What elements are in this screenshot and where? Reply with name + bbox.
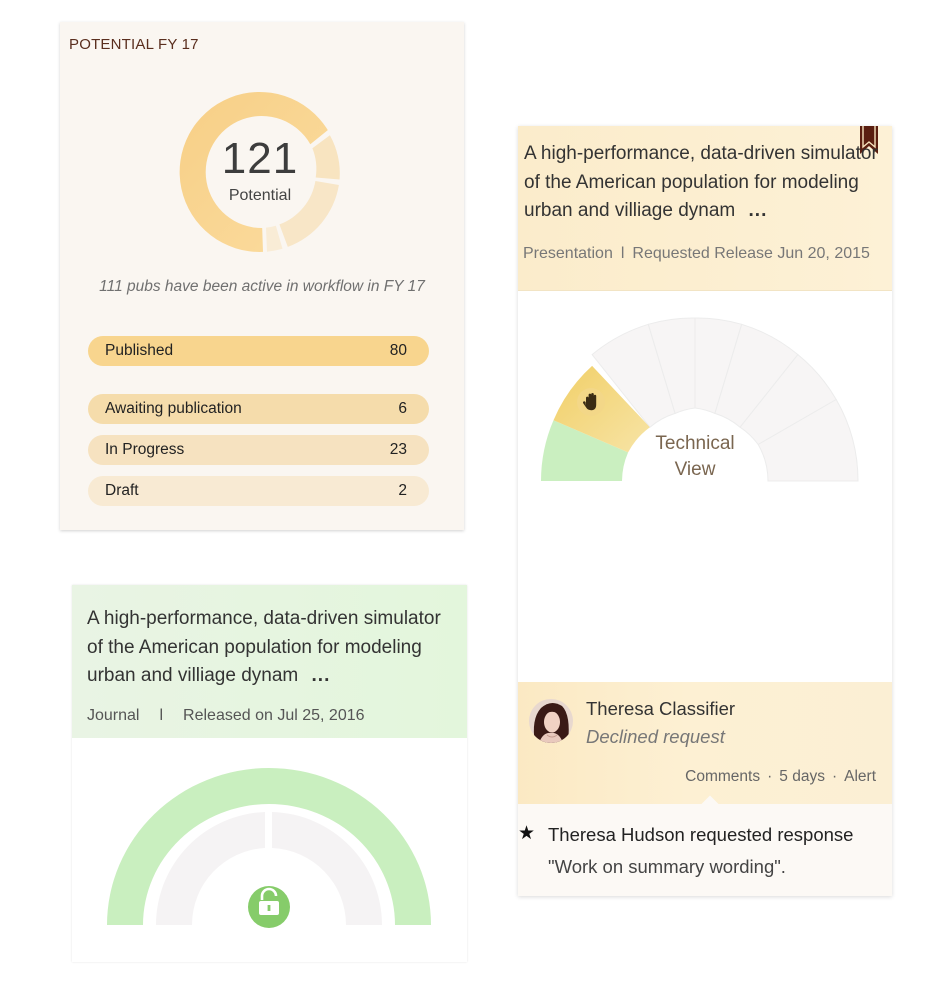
journal-meta: Journal l Released on Jul 25, 2016 bbox=[87, 707, 365, 725]
presentation-meta: Presentation l Requested Release Jun 20, 2… bbox=[523, 245, 870, 263]
stat-label: In Progress bbox=[105, 441, 185, 458]
response-section: ★ Theresa Hudson requested response "Wor… bbox=[518, 804, 892, 896]
journal-card-header: A high-performance, data-driven simulato… bbox=[72, 585, 467, 738]
avatar[interactable] bbox=[529, 699, 573, 743]
presentation-card[interactable]: A high-performance, data-driven simulato… bbox=[518, 126, 892, 896]
unlock-icon[interactable] bbox=[248, 886, 290, 928]
star-icon: ★ bbox=[518, 823, 536, 844]
presentation-description-text: A high-performance, data-driven simulato… bbox=[524, 143, 878, 221]
stat-count: 2 bbox=[398, 482, 407, 499]
stat-label: Awaiting publication bbox=[105, 400, 242, 417]
journal-type: Journal bbox=[87, 707, 140, 724]
elapsed-time: 5 days bbox=[779, 768, 825, 785]
comments-link[interactable]: Comments bbox=[685, 768, 760, 785]
stat-row-draft[interactable]: Draft 2 bbox=[88, 476, 429, 506]
journal-gauge bbox=[107, 768, 431, 928]
presentation-card-header: A high-performance, data-driven simulato… bbox=[518, 126, 892, 291]
journal-more-button[interactable]: ... bbox=[312, 665, 331, 686]
stat-label: Draft bbox=[105, 482, 139, 499]
stat-label: Published bbox=[105, 342, 174, 359]
journal-description-text: A high-performance, data-driven simulato… bbox=[87, 608, 441, 686]
journal-description: A high-performance, data-driven simulato… bbox=[87, 605, 457, 691]
reviewer-actions: Comments · 5 days · Alert bbox=[685, 768, 876, 785]
stat-row-in-progress[interactable]: In Progress 23 bbox=[88, 435, 429, 465]
potential-fy17-card: POTENTIAL FY 17 121 Potential 111 pubs h… bbox=[60, 22, 464, 530]
hand-stop-icon[interactable] bbox=[577, 388, 605, 416]
response-quote: "Work on summary wording". bbox=[548, 856, 786, 877]
journal-release-date: Released on Jul 25, 2016 bbox=[183, 707, 365, 724]
technical-view-gauge: Technical View bbox=[541, 317, 859, 482]
presentation-release-date: Requested Release Jun 20, 2015 bbox=[632, 245, 870, 262]
meta-separator: l bbox=[159, 707, 164, 724]
meta-separator: l bbox=[620, 245, 625, 262]
potential-title: POTENTIAL FY 17 bbox=[69, 36, 199, 53]
reviewer-name: Theresa Classifier bbox=[586, 698, 736, 719]
presentation-more-button[interactable]: ... bbox=[749, 200, 768, 221]
journal-card[interactable]: A high-performance, data-driven simulato… bbox=[72, 585, 467, 962]
gauge-label-line2: View bbox=[675, 459, 716, 480]
presentation-type: Presentation bbox=[523, 245, 613, 262]
presentation-description: A high-performance, data-driven simulato… bbox=[524, 140, 884, 226]
donut-center: 121 Potential bbox=[172, 84, 348, 260]
response-title: Theresa Hudson requested response bbox=[548, 824, 854, 845]
potential-total-label: Potential bbox=[228, 187, 292, 204]
potential-total: 121 bbox=[221, 134, 299, 183]
reviewer-section: Theresa Classifier Declined request Comm… bbox=[518, 682, 892, 804]
reviewer-status: Declined request bbox=[586, 726, 725, 747]
stat-count: 6 bbox=[398, 400, 407, 417]
active-workflow-note: 111 pubs have been active in workflow in… bbox=[99, 278, 425, 295]
stat-count: 80 bbox=[389, 342, 407, 359]
stat-count: 23 bbox=[389, 441, 407, 458]
alert-link[interactable]: Alert bbox=[844, 768, 876, 785]
gauge-grey-segments bbox=[591, 317, 859, 482]
stat-row-published[interactable]: Published 80 bbox=[88, 336, 429, 366]
gauge-label-line1: Technical bbox=[655, 433, 734, 454]
stat-row-awaiting[interactable]: Awaiting publication 6 bbox=[88, 394, 429, 424]
